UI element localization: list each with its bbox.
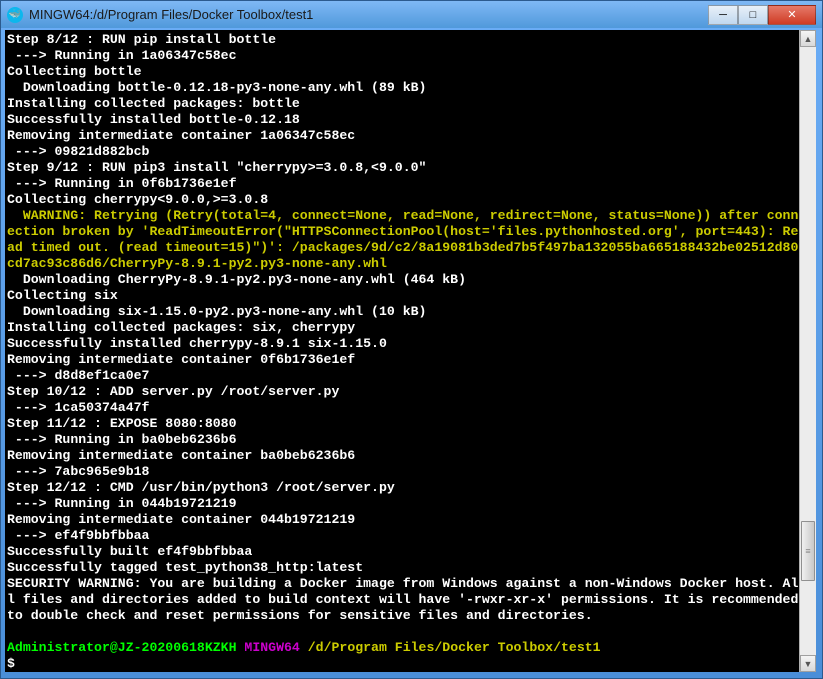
terminal-window: 🐳 MINGW64:/d/Program Files/Docker Toolbo… bbox=[0, 0, 823, 679]
scrollbar-thumb[interactable]: ≡ bbox=[801, 521, 815, 581]
close-button[interactable]: ✕ bbox=[768, 5, 816, 25]
window-controls: ─ □ ✕ bbox=[708, 5, 816, 25]
window-title: MINGW64:/d/Program Files/Docker Toolbox/… bbox=[29, 7, 708, 22]
scrollbar-track[interactable]: ≡ bbox=[800, 47, 816, 655]
scrollbar[interactable]: ▲ ≡ ▼ bbox=[799, 30, 816, 672]
scroll-down-button[interactable]: ▼ bbox=[800, 655, 816, 672]
scroll-up-button[interactable]: ▲ bbox=[800, 30, 816, 47]
minimize-button[interactable]: ─ bbox=[708, 5, 738, 25]
docker-icon: 🐳 bbox=[7, 7, 23, 23]
titlebar[interactable]: 🐳 MINGW64:/d/Program Files/Docker Toolbo… bbox=[1, 1, 822, 28]
terminal-output[interactable]: Step 8/12 : RUN pip install bottle ---> … bbox=[5, 30, 799, 672]
terminal-area: Step 8/12 : RUN pip install bottle ---> … bbox=[5, 30, 816, 672]
maximize-button[interactable]: □ bbox=[738, 5, 768, 25]
